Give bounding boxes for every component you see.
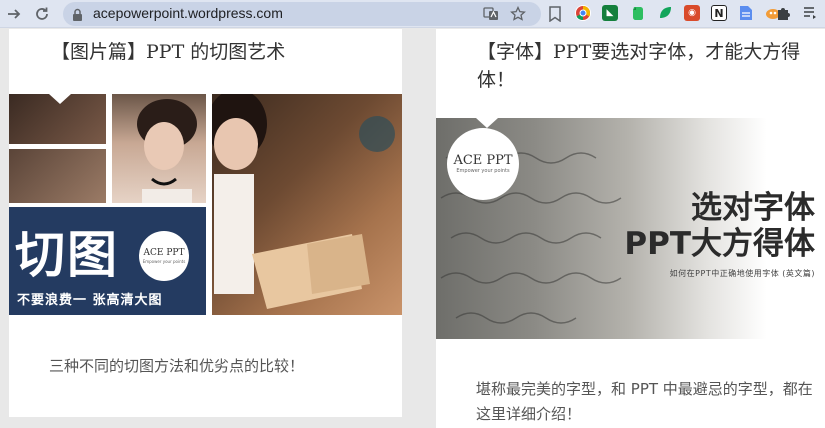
bookmark-star-icon[interactable] (510, 6, 526, 22)
post-excerpt: 堪称最完美的字型，和 PPT 中最避忌的字型，都在这里详细介绍！ (476, 380, 813, 423)
image-headline: 切图 (15, 226, 119, 284)
address-bar[interactable]: acepowerpoint.wordpress.com (63, 2, 541, 26)
post-card[interactable]: 【字体】PPT要选对字体，才能大方得体！ ACE PPT Empower you… (436, 29, 825, 428)
puzzle-icon[interactable] (776, 5, 792, 21)
photo-tile (9, 149, 106, 203)
arrow-right-icon (8, 9, 21, 19)
card-pointer (476, 118, 498, 128)
post-title[interactable]: 【字体】PPT要选对字体，才能大方得体！ (477, 38, 817, 94)
navy-banner: 切图 不要浪费一 张高清大图 ACE PPT Empower your poin… (9, 207, 206, 315)
chrome-extension-icon[interactable] (575, 5, 591, 21)
green-extension-icon[interactable]: ◣ (602, 5, 618, 21)
browser-toolbar: acepowerpoint.wordpress.com ◣ ◉ N (0, 0, 825, 28)
evernote-icon[interactable] (630, 5, 646, 21)
ace-ppt-logo: ACE PPT Empower your points (447, 128, 519, 200)
post-featured-image[interactable]: 切图 不要浪费一 张高清大图 ACE PPT Empower your poin… (9, 94, 402, 315)
reload-icon (36, 7, 48, 20)
reading-mode-icon[interactable] (802, 5, 818, 21)
notion-icon[interactable]: N (711, 5, 727, 21)
image-headline: 选对字体 (691, 190, 815, 226)
image-tagline: 不要浪费一 张高清大图 (17, 293, 163, 308)
card-pointer (49, 94, 71, 104)
forward-button[interactable] (3, 3, 25, 25)
image-subheadline: PPT大方得体 (624, 226, 815, 262)
post-featured-image[interactable]: ACE PPT Empower your points 选对字体 PPT大方得体… (436, 118, 825, 339)
green-leaf-icon[interactable] (657, 5, 673, 21)
translate-icon[interactable] (483, 6, 499, 22)
post-excerpt: 三种不同的切图方法和优劣点的比较！ (49, 357, 305, 375)
ace-ppt-logo: ACE PPT Empower your points (139, 231, 189, 281)
image-caption: 如何在PPT中正确地使用字体 (英文篇) (669, 269, 815, 278)
url-text: acepowerpoint.wordpress.com (93, 5, 283, 21)
blog-page: 【图片篇】PPT 的切图艺术 切图 不要浪费一 张高清大图 ACE PPT Em… (0, 29, 825, 428)
post-card[interactable]: 【图片篇】PPT 的切图艺术 切图 不要浪费一 张高清大图 ACE PPT Em… (9, 29, 402, 417)
photo-tile (112, 94, 206, 203)
reload-button[interactable] (31, 3, 53, 25)
photo-tile (212, 94, 402, 315)
lock-icon (72, 7, 83, 26)
red-extension-icon[interactable]: ◉ (684, 5, 700, 21)
post-title[interactable]: 【图片篇】PPT 的切图艺术 (51, 38, 391, 66)
document-icon[interactable] (738, 5, 754, 21)
reading-list-icon[interactable] (547, 6, 563, 22)
